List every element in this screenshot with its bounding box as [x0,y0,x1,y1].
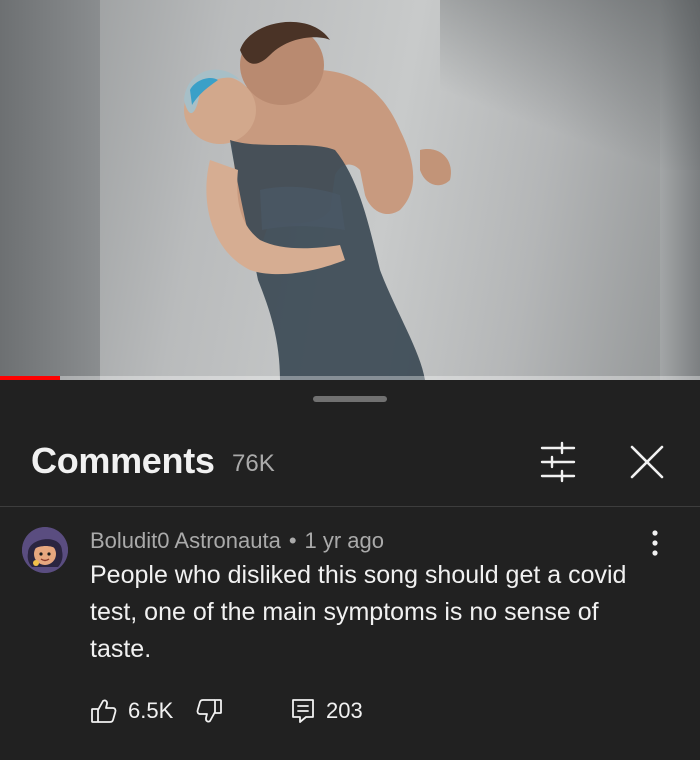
reply-count: 203 [326,698,363,723]
thumbs-down-icon [196,699,222,723]
comment-more-button[interactable] [640,527,670,559]
comment-author[interactable]: Boludit0 Astronauta [90,528,281,553]
meta-separator: • [288,528,297,553]
video-player[interactable] [0,0,700,380]
sort-filter-button[interactable] [536,440,580,484]
like-count: 6.5K [128,698,174,723]
youtube-comments-screen: Comments 76K Boludit0 Astronauta • 1 yr … [0,0,700,760]
dislike-button[interactable] [195,697,223,725]
close-button[interactable] [624,439,670,485]
like-button[interactable]: 6.5K [90,697,173,725]
comments-title: Comments [31,440,215,481]
video-frame-figures [184,21,451,380]
more-vertical-icon [652,530,658,556]
close-icon [630,445,664,479]
reply-icon [292,699,314,723]
thumbs-up-icon [91,699,117,723]
comments-header: Comments 76K [0,430,700,506]
comments-count: 76K [232,450,275,477]
avatar-image [22,527,68,573]
avatar[interactable] [22,527,68,573]
sheet-drag-handle[interactable] [313,396,387,402]
comment-timestamp: 1 yr ago [304,528,385,553]
comment-item: Boludit0 Astronauta • 1 yr ago People who … [0,507,700,760]
sliders-icon [540,441,576,483]
comments-sheet: Comments 76K Boludit0 Astronauta • 1 yr … [0,380,700,760]
reply-button[interactable]: 203 [290,697,363,725]
video-frame-wall-left [0,0,100,380]
comment-text: People who disliked this song should get… [90,561,627,663]
comment-actions: 6.5K 203 [0,695,700,731]
comment-meta: Boludit0 Astronauta • 1 yr ago [90,528,384,554]
